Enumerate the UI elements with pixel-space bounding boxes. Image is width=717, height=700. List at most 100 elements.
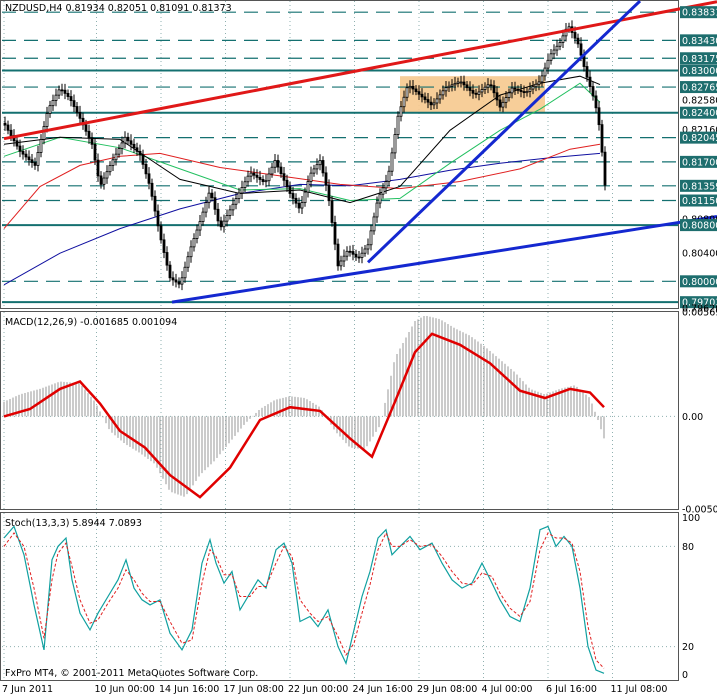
candle-body (372, 216, 376, 232)
candle-body (411, 85, 415, 90)
candle-body (90, 137, 94, 145)
candle-body (435, 98, 439, 104)
candle-body (159, 225, 163, 241)
candle-body (489, 84, 493, 87)
candle-body (39, 139, 43, 153)
candle-body (126, 136, 130, 142)
candle-body (42, 126, 46, 140)
candle-body (3, 122, 7, 126)
candle-body (513, 87, 517, 90)
candle-body (288, 186, 292, 194)
x-tick-label: 22 Jun 00:00 (288, 684, 348, 695)
candle-body (303, 191, 307, 204)
candle-body (297, 202, 301, 209)
candle-body (171, 277, 175, 281)
candle-body (510, 87, 514, 94)
candle-body (300, 202, 304, 209)
candle-body (123, 136, 127, 144)
candle-body (66, 92, 70, 97)
candle-body (333, 222, 337, 245)
candle-body (540, 75, 544, 83)
candle-body (249, 172, 253, 177)
candle-body (351, 251, 355, 255)
candle-body (381, 187, 385, 195)
candle-body (465, 84, 469, 89)
candle-body (462, 81, 466, 86)
candle-body (414, 88, 418, 93)
candle-body (135, 147, 139, 152)
macd-header: MACD(12,26,9) -0.001685 0.001094 (5, 317, 177, 328)
stoch-tick-label: 80 (682, 542, 694, 553)
candle-body (9, 129, 13, 136)
candle-body (243, 181, 247, 188)
candle-body (393, 134, 397, 154)
candle-body (30, 159, 34, 163)
candle-body (204, 202, 208, 213)
candle-body (579, 43, 583, 56)
price-tick-label: 0.80800 (682, 221, 717, 232)
candle-body (312, 168, 316, 174)
candle-body (468, 87, 472, 91)
price-tick-label: 0.82765 (682, 83, 717, 94)
candle-body (120, 142, 124, 149)
stoch-header: Stoch(13,3,3) 5.8944 7.0893 (5, 518, 142, 529)
stoch-tick-label: 100 (682, 513, 700, 524)
candle-body (201, 211, 205, 222)
candle-body (183, 266, 187, 279)
candle-body (99, 175, 103, 185)
candle-body (6, 124, 10, 131)
price-panel-frame (0, 0, 679, 309)
candle-body (78, 112, 82, 119)
candle-body (258, 176, 262, 180)
candle-body (486, 84, 490, 88)
candle-body (432, 102, 436, 106)
candle-body (306, 181, 310, 193)
candle-body (450, 84, 454, 87)
candle-body (63, 89, 67, 94)
candle-body (165, 252, 169, 266)
candle-body (396, 115, 400, 135)
candle-body (285, 179, 289, 188)
candle-body (210, 192, 214, 199)
candle-body (453, 83, 457, 86)
candle-body (552, 49, 556, 55)
candle-body (378, 193, 382, 204)
candle-body (546, 59, 550, 69)
candle-body (291, 193, 295, 199)
price-tick-label: 0.82580 (682, 96, 717, 107)
candle-body (480, 89, 484, 93)
candle-body (405, 87, 409, 98)
candle-body (336, 243, 340, 267)
candle-body (138, 150, 142, 156)
candle-body (345, 250, 349, 257)
candle-body (69, 96, 73, 102)
candle-body (198, 221, 202, 231)
candle-body (15, 140, 19, 147)
candle-body (87, 130, 91, 139)
candle-body (18, 145, 22, 152)
candle-body (369, 230, 373, 246)
candle-body (153, 195, 157, 212)
candle-body (597, 107, 601, 126)
candle-body (246, 175, 250, 183)
candle-body (270, 166, 274, 175)
candle-body (528, 88, 532, 92)
candle-body (192, 238, 196, 248)
candle-body (234, 198, 238, 205)
candle-body (294, 197, 298, 204)
candle-body (117, 148, 121, 155)
candle-body (501, 101, 505, 108)
candle-body (558, 42, 562, 47)
candle-body (363, 248, 367, 254)
candle-body (279, 166, 283, 175)
candle-body (585, 66, 589, 78)
price-tick-label: 0.80000 (682, 277, 717, 288)
price-tick-label: 0.81150 (682, 196, 717, 207)
candle-body (342, 255, 346, 262)
stoch-tick-label: 20 (682, 642, 694, 653)
candle-body (315, 164, 319, 170)
candle-body (45, 113, 49, 127)
candle-body (423, 96, 427, 100)
price-tick-label: 0.83000 (682, 66, 717, 77)
candle-body (591, 86, 595, 97)
